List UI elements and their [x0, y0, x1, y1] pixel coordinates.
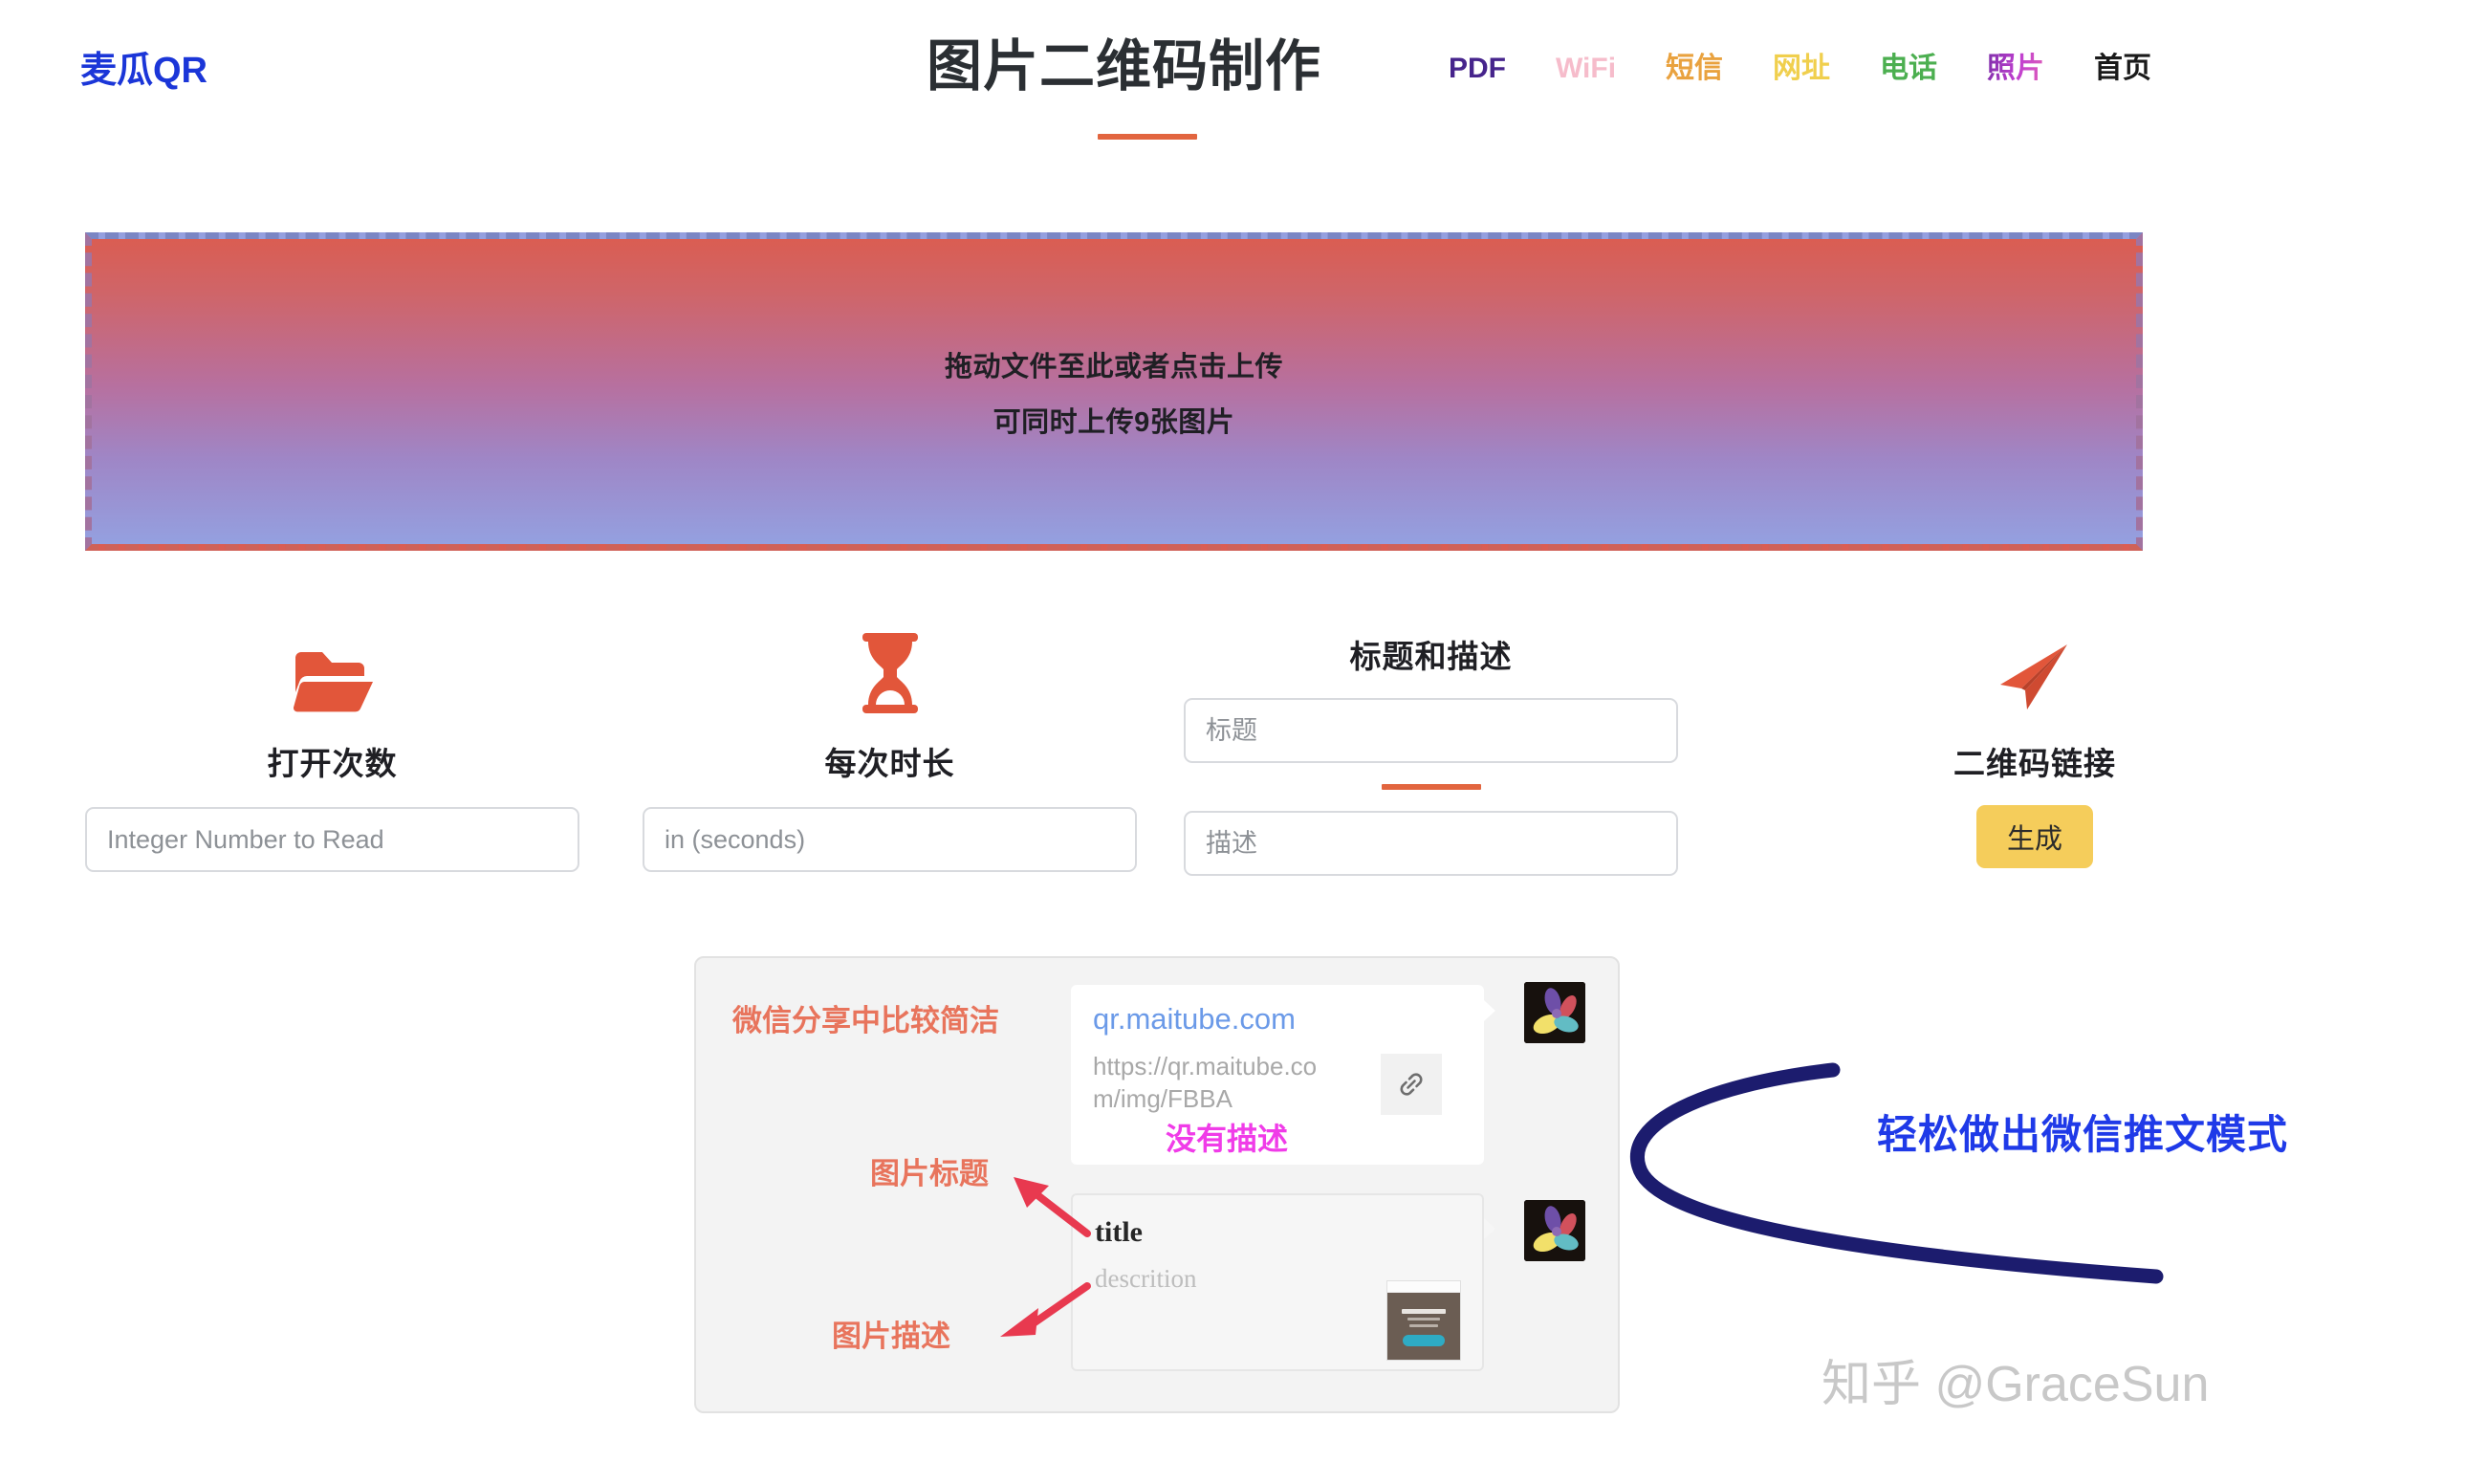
mini-content: [1387, 1293, 1460, 1360]
field-label-duration: 每次时长: [824, 746, 955, 781]
file-dropzone[interactable]: 拖动文件至此或者点击上传 可同时上传9张图片: [85, 232, 2143, 551]
thumbnail-pinwheel: [1524, 982, 1585, 1043]
paper-plane-icon: [1891, 631, 2178, 713]
mini-button: [1403, 1334, 1445, 1346]
nav-item-pdf[interactable]: PDF: [1449, 53, 1506, 85]
chain-link-icon: [1381, 1054, 1442, 1115]
title-desc-heading: 标题和描述: [1349, 639, 1513, 674]
mini-titlebar: [1387, 1281, 1460, 1293]
open-count-input[interactable]: [85, 807, 579, 872]
link-card-domain: qr.maitube.com: [1093, 1002, 1296, 1036]
annotation-no-description: 没有描述: [1166, 1122, 1289, 1156]
main-navigation: PDF WiFi 短信 网址 电话 照片 首页: [1449, 44, 2151, 86]
nav-item-phone[interactable]: 电话: [1880, 44, 1937, 86]
thumbnail-pinwheel: [1524, 1200, 1585, 1261]
annotation-image-description: 图片描述: [832, 1320, 950, 1353]
title-desc-divider: [1381, 784, 1481, 790]
watermark: 知乎 @GraceSun: [1821, 1357, 2210, 1412]
title-underline: [1098, 134, 1197, 140]
field-label-open-count: 打开次数: [267, 746, 398, 781]
nav-item-home[interactable]: 首页: [2094, 44, 2151, 86]
link-card-url: https://qr.maitube.com/img/FBBA: [1093, 1052, 1318, 1114]
description-input[interactable]: [1184, 811, 1678, 876]
thumbnail-screenshot: [1386, 1280, 1461, 1361]
page-title: 图片二维码制作: [927, 35, 1322, 98]
handwritten-callout: 轻松做出微信推文模式: [1876, 1112, 2288, 1157]
article-card-title: title: [1095, 1216, 1143, 1248]
nav-item-url[interactable]: 网址: [1773, 44, 1830, 86]
field-group-duration: 每次时长: [643, 631, 1137, 872]
page-header: 麦瓜QR 图片二维码制作 PDF WiFi 短信 网址 电话 照片 首页: [0, 0, 2465, 143]
card-tail: [1484, 1000, 1495, 1021]
card-tail: [1484, 1218, 1495, 1239]
nav-item-sms[interactable]: 短信: [1666, 44, 1723, 86]
annotation-wechat-simple: 微信分享中比较简洁: [732, 1004, 999, 1037]
mini-line: [1402, 1308, 1446, 1314]
field-group-generate: 二维码链接 生成: [1891, 631, 2178, 868]
duration-input[interactable]: [643, 807, 1137, 872]
field-group-open-count: 打开次数: [85, 631, 579, 872]
mini-line: [1409, 1323, 1438, 1327]
generate-button[interactable]: 生成: [1975, 805, 2093, 868]
article-card-description: descrition: [1095, 1264, 1197, 1293]
nav-item-wifi[interactable]: WiFi: [1556, 53, 1616, 85]
field-group-title-description: 标题和描述: [1184, 631, 1678, 876]
mini-line: [1407, 1317, 1440, 1320]
field-label-qr-link: 二维码链接: [1953, 746, 2116, 781]
nav-item-photo[interactable]: 照片: [1987, 44, 2044, 86]
title-input[interactable]: [1184, 698, 1678, 763]
dropzone-secondary-text: 可同时上传9张图片: [993, 406, 1235, 438]
site-logo[interactable]: 麦瓜QR: [80, 40, 207, 93]
handdrawn-arc: [1630, 1062, 2164, 1284]
folder-open-icon: [85, 631, 579, 713]
dropzone-primary-text: 拖动文件至此或者点击上传: [944, 351, 1283, 382]
hourglass-icon: [643, 631, 1137, 713]
annotation-image-title: 图片标题: [870, 1157, 989, 1190]
